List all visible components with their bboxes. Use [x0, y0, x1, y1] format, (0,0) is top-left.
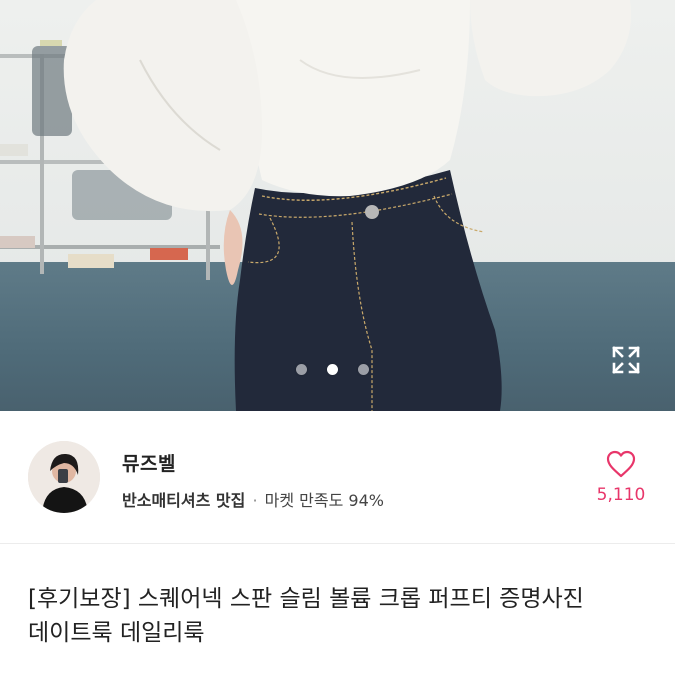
- heart-icon[interactable]: [606, 450, 636, 478]
- section-divider: [0, 543, 675, 544]
- seller-info-row[interactable]: [0, 411, 675, 543]
- seller-name[interactable]: 뮤즈벨: [122, 449, 176, 476]
- product-image-carousel[interactable]: [0, 0, 675, 411]
- carousel-indicator: [0, 364, 675, 375]
- seller-tagline: 반소매티셔츠 맛집: [122, 491, 246, 510]
- like-count: 5,110: [596, 485, 646, 505]
- seller-avatar[interactable]: [28, 441, 100, 513]
- carousel-dot-active[interactable]: [327, 364, 338, 375]
- product-model-photo: [63, 0, 632, 411]
- expand-icon[interactable]: [611, 345, 641, 375]
- product-title: [후기보장] 스퀘어넥 스판 슬림 볼륨 크롭 퍼프티 증명사진 데이트룩 데일…: [28, 586, 584, 646]
- separator-dot: ·: [252, 491, 258, 510]
- seller-subtitle: 반소매티셔츠 맛집 · 마켓 만족도 94%: [122, 487, 384, 511]
- market-satisfaction: 마켓 만족도 94%: [264, 491, 384, 510]
- carousel-dot[interactable]: [296, 364, 307, 375]
- carousel-dot[interactable]: [358, 364, 369, 375]
